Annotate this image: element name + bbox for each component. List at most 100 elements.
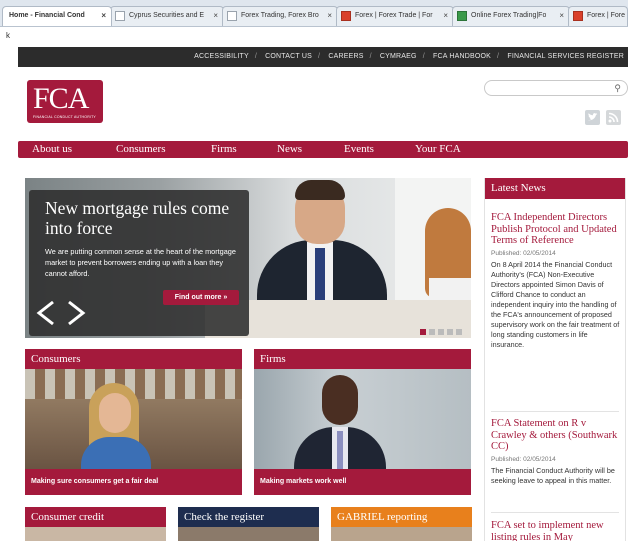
nav-about-us[interactable]: About us [32, 141, 72, 158]
news-item: FCA Statement on R v Crawley & others (S… [491, 418, 621, 486]
main-nav: About us Consumers Firms News Events You… [18, 141, 628, 158]
news-header: Latest News [485, 178, 625, 199]
separator: / [318, 53, 321, 60]
logo-mark: FCA [33, 82, 89, 115]
carousel-dot[interactable] [429, 329, 435, 335]
firms-image [254, 369, 471, 469]
browser-tab-home[interactable]: Home - Financial Cond × [2, 6, 112, 26]
carousel-dot[interactable] [438, 329, 444, 335]
carousel-dot[interactable] [420, 329, 426, 335]
gabriel-reporting-card[interactable]: GABRIEL reporting [331, 507, 472, 541]
news-divider [491, 512, 619, 513]
separator: / [497, 53, 500, 60]
search-box[interactable]: ⚲ [484, 80, 628, 100]
consumers-image [25, 369, 242, 469]
news-title-link[interactable]: FCA set to implement new listing rules i… [491, 520, 621, 541]
news-body: On 8 April 2014 the Financial Conduct Au… [491, 259, 620, 349]
tab-label: Home - Financial Cond [9, 12, 85, 19]
rss-icon[interactable] [606, 110, 621, 125]
browser-tab-forex-fore[interactable]: Forex | Fore [568, 6, 628, 26]
hero-title: New mortgage rules come into force [45, 198, 230, 238]
card-image [331, 527, 472, 541]
address-bar[interactable]: k [0, 27, 628, 44]
carousel-indicators [420, 322, 468, 335]
card-image [25, 527, 166, 541]
browser-tab-online-forex[interactable]: Online Forex Trading|Fo × [452, 6, 570, 26]
news-item: FCA Independent Directors Publish Protoc… [491, 212, 621, 350]
latest-news-panel: Latest News FCA Independent Directors Pu… [484, 178, 626, 541]
browser-tab-forex-trading[interactable]: Forex Trading, Forex Bro × [222, 6, 338, 26]
card-caption: Making sure consumers get a fair deal [25, 469, 242, 495]
utility-link-accessibility[interactable]: ACCESSIBILITY [194, 53, 249, 60]
page-icon [227, 11, 237, 21]
red-favicon-icon [573, 11, 583, 21]
search-icon[interactable]: ⚲ [614, 83, 621, 94]
nav-events[interactable]: Events [344, 141, 374, 158]
utility-link-contact[interactable]: CONTACT US [265, 53, 312, 60]
hero-carousel[interactable]: New mortgage rules come into force We ar… [25, 178, 471, 338]
separator: / [422, 53, 425, 60]
utility-link-handbook[interactable]: FCA HANDBOOK [433, 53, 491, 60]
utility-link-careers[interactable]: CAREERS [328, 53, 363, 60]
card-title: Firms [254, 349, 471, 369]
carousel-prev-icon[interactable] [33, 298, 57, 328]
hero-man-tie [315, 248, 325, 300]
separator: / [369, 53, 372, 60]
fca-logo[interactable]: FCA FINANCIAL CONDUCT AUTHORITY [27, 80, 103, 123]
find-out-more-button[interactable]: Find out more » [163, 290, 239, 305]
nav-news[interactable]: News [277, 141, 302, 158]
close-icon[interactable]: × [327, 7, 332, 25]
news-date: Published: 02/05/2014 [491, 249, 556, 257]
card-title: Consumer credit [25, 507, 166, 527]
browser-tab-cyprus[interactable]: Cyprus Securities and E × [110, 6, 224, 26]
browser-tab-strip: Home - Financial Cond × Cyprus Securitie… [0, 0, 628, 27]
nav-firms[interactable]: Firms [211, 141, 237, 158]
news-date: Published: 02/05/2014 [491, 455, 556, 463]
carousel-dot[interactable] [447, 329, 453, 335]
man-head [322, 375, 358, 425]
carousel-next-icon[interactable] [65, 298, 89, 328]
news-title-link[interactable]: FCA Statement on R v Crawley & others (S… [491, 418, 621, 453]
close-icon[interactable]: × [443, 7, 448, 25]
search-input[interactable] [485, 83, 615, 100]
logo-subtitle: FINANCIAL CONDUCT AUTHORITY [33, 115, 96, 119]
card-image [178, 527, 319, 541]
consumer-credit-card[interactable]: Consumer credit [25, 507, 166, 541]
tab-label: Online Forex Trading|Fo [471, 12, 547, 19]
woman-face [99, 393, 131, 433]
tab-label: Forex | Fore [587, 12, 625, 19]
news-divider [491, 411, 619, 412]
page-icon [115, 11, 125, 21]
nav-consumers[interactable]: Consumers [116, 141, 166, 158]
tab-label: Cyprus Securities and E [129, 12, 205, 19]
tab-label: Forex Trading, Forex Bro [241, 12, 319, 19]
hero-man-hair [295, 180, 345, 200]
news-body: The Financial Conduct Authority will be … [491, 465, 615, 485]
close-icon[interactable]: × [559, 7, 564, 25]
consumers-card[interactable]: Consumers Making sure consumers get a fa… [25, 349, 242, 495]
man-tie [337, 431, 343, 469]
separator: / [254, 53, 257, 60]
carousel-dot[interactable] [456, 329, 462, 335]
close-icon[interactable]: × [101, 7, 106, 25]
nav-your-fca[interactable]: Your FCA [415, 141, 461, 158]
card-title: Check the register [178, 507, 319, 527]
utility-link-register[interactable]: FINANCIAL SERVICES REGISTER [507, 53, 624, 60]
browser-tab-forex-trade[interactable]: Forex | Forex Trade | For × [336, 6, 454, 26]
card-title: Consumers [25, 349, 242, 369]
check-register-card[interactable]: Check the register [178, 507, 319, 541]
green-favicon-icon [457, 11, 467, 21]
card-title: GABRIEL reporting [331, 507, 472, 527]
card-caption: Making markets work well [254, 469, 471, 495]
news-title-link[interactable]: FCA Independent Directors Publish Protoc… [491, 212, 621, 247]
twitter-icon[interactable] [585, 110, 600, 125]
hero-body: We are putting common sense at the heart… [45, 247, 236, 278]
woman-top [81, 437, 151, 469]
tab-label: Forex | Forex Trade | For [355, 12, 433, 19]
close-icon[interactable]: × [213, 7, 218, 25]
news-item: FCA set to implement new listing rules i… [491, 520, 621, 541]
utility-nav: ACCESSIBILITY / CONTACT US / CAREERS / CYMR… [18, 47, 628, 67]
utility-link-cymraeg[interactable]: CYMRAEG [380, 53, 417, 60]
red-favicon-icon [341, 11, 351, 21]
firms-card[interactable]: Firms Making markets work well [254, 349, 471, 495]
